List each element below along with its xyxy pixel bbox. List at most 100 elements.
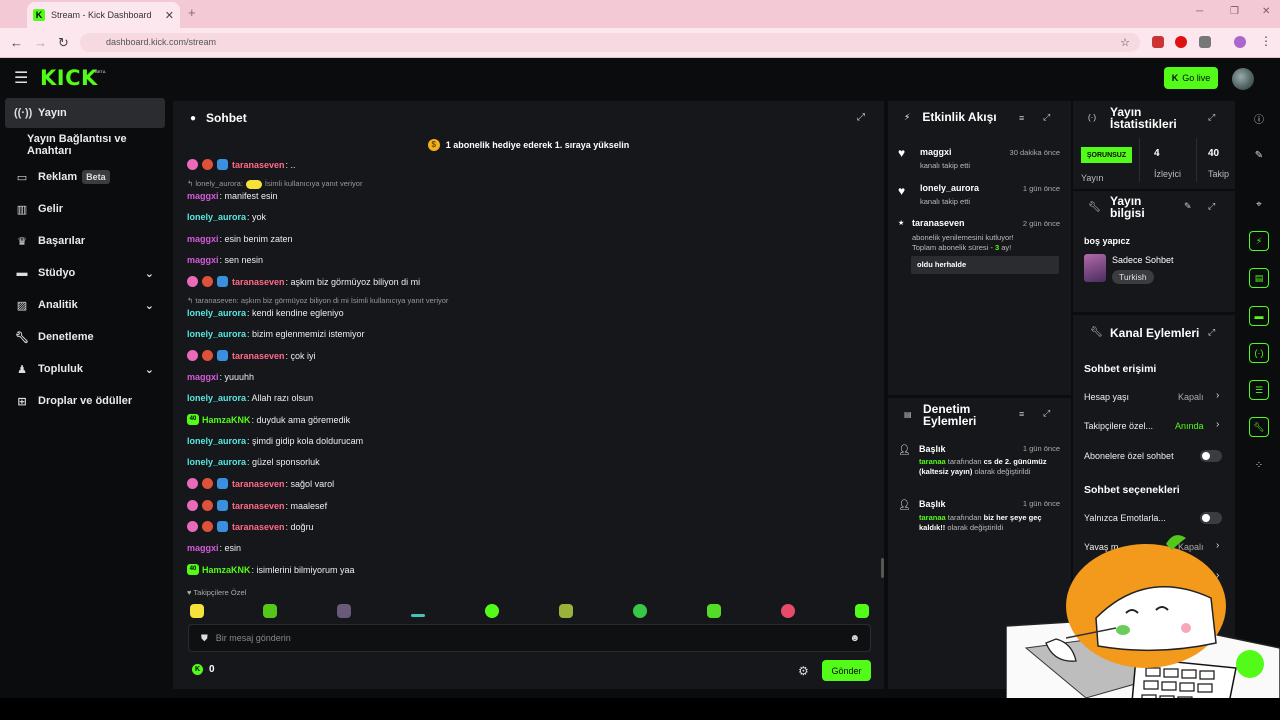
followers-only-value[interactable]: Anında: [1175, 421, 1204, 431]
emote-icon[interactable]: [411, 614, 425, 617]
chat-message[interactable]: taranaseven: sağol varol: [187, 478, 334, 489]
filter-icon[interactable]: ≡: [1019, 113, 1024, 123]
bolt-icon[interactable]: ⚡︎: [1249, 231, 1269, 251]
pinned-subgift-banner[interactable]: $ 1 abonelik hediye ederek 1. sıraya yük…: [173, 134, 884, 156]
chat-message[interactable]: lonely_aurora: güzel sponsorluk: [187, 457, 320, 467]
browser-tab[interactable]: K Stream - Kick Dashboard ✕: [27, 2, 180, 28]
sidebar-item-topluluk[interactable]: ♟ Topluluk ⌄: [0, 354, 170, 384]
chat-message[interactable]: lonely_aurora: Allah razı olsun: [187, 393, 313, 403]
emote-icon[interactable]: [633, 604, 647, 618]
chat-username[interactable]: HamzaKNK: [202, 565, 251, 575]
chat-username[interactable]: taranaseven: [232, 522, 285, 532]
popout-icon[interactable]: ⤢: [1043, 112, 1050, 123]
chat-message[interactable]: maggxi: yuuuhh: [187, 372, 254, 382]
focus-icon[interactable]: ⌖: [1249, 194, 1269, 214]
chat-message[interactable]: maggxi: manifest esin: [187, 191, 278, 201]
emote-icon[interactable]: [855, 604, 869, 618]
doc-icon[interactable]: ▤: [1249, 268, 1269, 288]
chat-username[interactable]: taranaseven: [232, 351, 285, 361]
minimize-icon[interactable]: ─: [1196, 6, 1203, 17]
sidebar-item-reklam[interactable]: ▭ Reklam Beta: [0, 162, 170, 192]
emote-icon[interactable]: [559, 604, 573, 618]
chat-username[interactable]: taranaseven: [232, 501, 285, 511]
chat-username[interactable]: maggxi: [187, 255, 219, 265]
event-username[interactable]: maggxi: [920, 147, 952, 157]
broadcast-icon[interactable]: (·): [1249, 343, 1269, 363]
hamburger-menu-icon[interactable]: ☰: [14, 68, 28, 88]
event-username[interactable]: taranaseven: [912, 218, 965, 228]
subs-only-toggle[interactable]: [1200, 450, 1222, 462]
emotes-only-toggle[interactable]: [1200, 512, 1222, 524]
window-close-icon[interactable]: ✕: [1262, 6, 1270, 17]
chat-username[interactable]: taranaseven: [232, 479, 285, 489]
chat-username[interactable]: lonely_aurora: [187, 212, 246, 222]
chat-message-input[interactable]: ⛊ Bir mesaj gönderin ☻: [188, 624, 871, 652]
chat-message[interactable]: lonely_aurora: kendi kendine egleniyo: [187, 308, 344, 318]
sidebar-item-studyo[interactable]: ▬ Stüdyo ⌄: [0, 258, 170, 288]
url-field[interactable]: dashboard.kick.com/stream ☆: [80, 33, 1140, 52]
send-button[interactable]: Gönder: [822, 660, 871, 681]
back-icon[interactable]: ←: [10, 35, 23, 50]
filter-icon[interactable]: ≡: [1019, 409, 1024, 419]
popout-icon[interactable]: ⤢: [1043, 408, 1050, 419]
emote-icon[interactable]: [707, 604, 721, 618]
sidebar-item-denetleme[interactable]: 🔧︎ Denetleme: [0, 322, 170, 352]
chat-message[interactable]: maggxi: esin: [187, 543, 241, 553]
chat-message[interactable]: maggxi: sen nesin: [187, 255, 263, 265]
sidebar-item-gelir[interactable]: ▥ Gelir: [0, 194, 170, 224]
account-age-value[interactable]: Kapalı: [1178, 392, 1204, 402]
emote-icon[interactable]: [337, 604, 351, 618]
chat-message[interactable]: taranaseven: aşkım biz görmüyoz biliyon …: [187, 276, 420, 287]
event-username[interactable]: lonely_aurora: [920, 183, 979, 193]
chat-bubble-icon[interactable]: ▬: [1249, 306, 1269, 326]
chat-message[interactable]: lonely_aurora: yok: [187, 212, 266, 222]
browser-menu-icon[interactable]: ⋮: [1260, 34, 1272, 48]
sidebar-item-analitik[interactable]: ▨ Analitik ⌄: [0, 290, 170, 320]
new-tab-icon[interactable]: +: [188, 5, 196, 20]
user-avatar[interactable]: [1232, 68, 1254, 90]
profile-icon[interactable]: [1234, 36, 1246, 48]
popout-icon[interactable]: ⤢: [857, 112, 865, 123]
chat-username[interactable]: HamzaKNK: [202, 415, 251, 425]
emote-icon[interactable]: [485, 604, 499, 618]
chevron-right-icon[interactable]: ›: [1216, 419, 1219, 430]
channel-points[interactable]: K 0: [192, 664, 215, 675]
chat-message[interactable]: taranaseven: maalesef: [187, 500, 327, 511]
emote-icon[interactable]: [190, 604, 204, 618]
chat-message[interactable]: taranaseven: ..: [187, 159, 296, 170]
chat-username[interactable]: lonely_aurora: [187, 457, 246, 467]
sidebar-item-yayin[interactable]: ((·)) Yayın: [5, 98, 165, 128]
popout-icon[interactable]: ⤢: [1208, 201, 1215, 212]
category-name[interactable]: Sadece Sohbet: [1112, 255, 1174, 265]
sidebar-item-droplar[interactable]: ⊞ Droplar ve ödüller: [0, 386, 170, 416]
reply-context[interactable]: ↰ taranaseven: aşkım biz görmüyoz biliyo…: [187, 296, 448, 305]
chat-username[interactable]: maggxi: [187, 191, 219, 201]
go-live-button[interactable]: K Go live: [1164, 67, 1218, 89]
maximize-icon[interactable]: ❐: [1230, 6, 1239, 17]
reload-icon[interactable]: ↻: [58, 35, 69, 51]
sidebar-item-basarilar[interactable]: ♛ Başarılar: [0, 226, 170, 256]
chat-message[interactable]: 40 HamzaKNK: duyduk ama göremedik: [187, 414, 350, 425]
chat-username[interactable]: maggxi: [187, 372, 219, 382]
grid-dots-icon[interactable]: ⁘: [1249, 455, 1269, 475]
chat-username[interactable]: taranaseven: [232, 277, 285, 287]
chat-message[interactable]: taranaseven: çok iyi: [187, 350, 316, 361]
chat-message[interactable]: taranaseven: doğru: [187, 521, 314, 532]
chat-scrollbar[interactable]: [881, 558, 884, 578]
chat-username[interactable]: lonely_aurora: [187, 393, 246, 403]
sidebar-item-stream-key[interactable]: Yayın Bağlantısı ve Anahtarı: [0, 130, 170, 160]
edit-pencil-icon[interactable]: ✎: [1249, 145, 1269, 165]
puzzle-icon[interactable]: [1199, 36, 1211, 48]
chat-username[interactable]: taranaseven: [232, 160, 285, 170]
bookmark-star-icon[interactable]: ☆: [1120, 36, 1130, 49]
chevron-right-icon[interactable]: ›: [1216, 390, 1219, 401]
reply-context[interactable]: ↰ lonely_aurora: İsimli kullanıcıya yanıt…: [187, 179, 362, 189]
info-icon[interactable]: ⓘ: [1249, 108, 1269, 128]
edit-pencil-icon[interactable]: ✎: [1184, 201, 1192, 212]
tab-close-icon[interactable]: ✕: [165, 9, 174, 22]
chat-message[interactable]: 40 HamzaKNK: isimlerini bilmiyorum yaa: [187, 564, 355, 575]
chat-settings-gear-icon[interactable]: ⚙: [798, 664, 809, 678]
chat-message[interactable]: maggxi: esin benim zaten: [187, 234, 293, 244]
extension-icon[interactable]: [1152, 36, 1164, 48]
emote-icon[interactable]: [263, 604, 277, 618]
